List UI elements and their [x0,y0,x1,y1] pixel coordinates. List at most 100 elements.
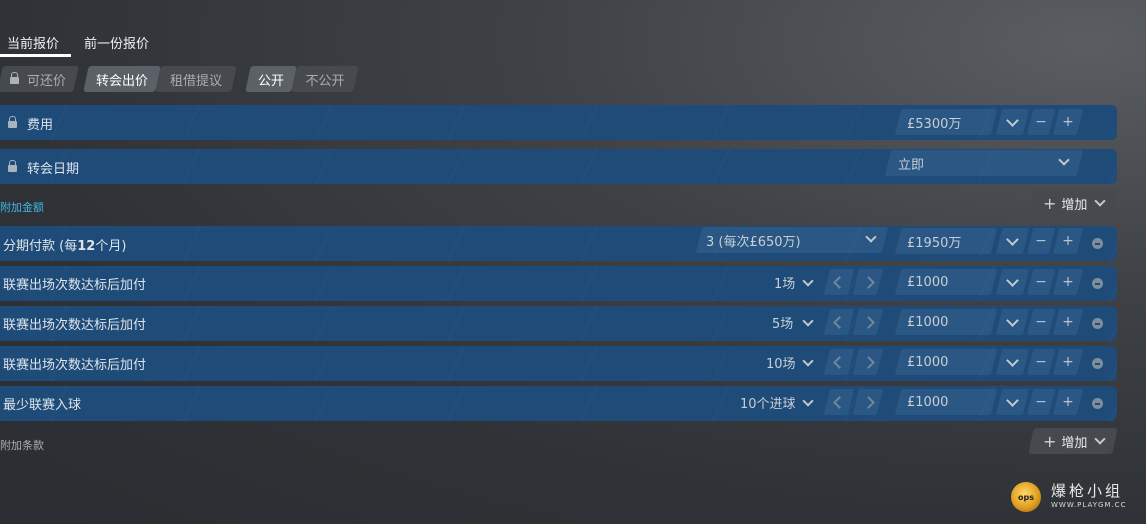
chevron-right-icon [861,395,875,409]
bonus-amount-value: £1000 [907,274,949,290]
installments-decrease-button[interactable]: − [1030,228,1052,254]
bonus-decrease-button[interactable]: − [1030,309,1052,335]
bonus-dropdown-button[interactable] [999,309,1026,335]
bonus-count-value[interactable]: 5场 [772,313,793,332]
installments-amount-value: £1950万 [907,235,962,251]
offer-type-transfer[interactable]: 转会出价 [86,66,158,92]
watermark-logo: ops [1011,482,1041,512]
minus-icon: − [1035,274,1047,290]
plus-icon: + [1062,394,1074,410]
add-ons-add-button[interactable]: + 增加 [1031,190,1115,216]
chevron-down-icon[interactable] [802,275,814,287]
remove-icon[interactable] [1092,318,1103,329]
active-tab-indicator [0,54,71,57]
bonus-prev-button[interactable] [827,309,851,335]
installments-plan-value: 3 (每次£650万) [706,234,801,250]
tab-current-offer[interactable]: 当前报价 [7,33,59,52]
bonus-label: 联赛出场次数达标后加付 [3,358,147,373]
plus-icon: + [1062,354,1074,370]
add-ons-add-label: 增加 [1061,197,1088,213]
remove-icon[interactable] [1092,358,1103,369]
minus-icon: − [1035,394,1047,410]
chevron-right-icon [861,355,875,369]
minus-icon: − [1035,354,1047,370]
remove-icon[interactable] [1092,398,1103,409]
bonus-next-button[interactable] [856,389,880,415]
installments-increase-button[interactable]: + [1056,228,1080,254]
lock-icon [8,160,17,172]
bonus-increase-button[interactable]: + [1056,309,1080,335]
bonus-increase-button[interactable]: + [1056,389,1080,415]
transfer-date-label: 转会日期 [27,162,80,177]
visibility-private-label: 不公开 [305,73,345,89]
bonus-dropdown-button[interactable] [999,269,1026,295]
minus-icon: − [1035,314,1047,330]
offer-type-loan[interactable]: 租借提议 [158,66,234,92]
chevron-left-icon [832,355,846,369]
chevron-down-icon[interactable] [802,355,814,367]
remove-icon[interactable] [1092,278,1103,289]
chevron-right-icon [861,315,875,329]
bonus-increase-button[interactable]: + [1056,349,1080,375]
transfer-date-select[interactable]: 立即 [888,150,1080,176]
tab-previous-offer[interactable]: 前一份报价 [84,33,149,52]
bonus-next-button[interactable] [856,269,880,295]
bonus-prev-button[interactable] [827,349,851,375]
negotiable-toggle[interactable]: 可还价 [0,66,76,92]
installments-dropdown-button[interactable] [999,228,1026,254]
bonus-label: 联赛出场次数达标后加付 [3,278,147,293]
fee-input[interactable]: £5300万 [898,109,994,135]
bonus-prev-button[interactable] [827,269,851,295]
chevron-right-icon [861,275,875,289]
lock-icon [8,116,17,128]
chevron-down-icon[interactable] [802,315,814,327]
plus-icon: + [1062,274,1074,290]
bonus-label: 最少联赛入球 [3,398,82,413]
bonus-prev-button[interactable] [827,389,851,415]
fee-decrease-button[interactable]: − [1030,109,1052,135]
visibility-private[interactable]: 不公开 [294,66,356,92]
bonus-dropdown-button[interactable] [999,389,1026,415]
bonus-count-value[interactable]: 10个进球 [740,393,796,412]
installments-label: 分期付款 (每12个月) [3,239,127,254]
bonus-amount-input[interactable]: £1000 [898,269,994,295]
bonus-decrease-button[interactable]: − [1030,389,1052,415]
bonus-amount-input[interactable]: £1000 [898,389,994,415]
bonus-amount-value: £1000 [907,394,949,410]
chevron-down-icon [1006,232,1019,246]
bonus-increase-button[interactable]: + [1056,269,1080,295]
fee-label: 费用 [27,118,54,133]
bonus-amount-value: £1000 [907,354,949,370]
fee-value: £5300万 [907,116,962,132]
remove-icon[interactable] [1092,238,1103,249]
visibility-public-label: 公开 [257,73,284,89]
bonus-decrease-button[interactable]: − [1030,269,1052,295]
visibility-public[interactable]: 公开 [248,66,294,92]
fee-increase-button[interactable]: + [1056,109,1080,135]
installments-plan-select[interactable]: 3 (每次£650万) [699,227,885,253]
plus-icon: + [1062,114,1074,130]
plus-icon: + [1043,431,1057,451]
fee-row: 费用 £5300万 − + [0,105,1117,140]
chevron-down-icon [1006,393,1019,407]
bonus-decrease-button[interactable]: − [1030,349,1052,375]
bonus-next-button[interactable] [856,349,880,375]
bonus-row: 联赛出场次数达标后加付 5场 £1000 − + [0,306,1117,341]
clauses-add-button[interactable]: + 增加 [1031,428,1115,454]
bonus-dropdown-button[interactable] [999,349,1026,375]
chevron-down-icon [1058,154,1070,166]
bonus-label: 联赛出场次数达标后加付 [3,318,147,333]
bonus-next-button[interactable] [856,309,880,335]
minus-icon: − [1035,114,1047,130]
bonus-count-value[interactable]: 10场 [766,353,796,372]
fee-dropdown-button[interactable] [999,109,1026,135]
installments-amount-input[interactable]: £1950万 [898,228,994,254]
watermark: ops 爆枪小组 WWW.PLAYGM.CC [1011,480,1136,514]
bonus-amount-input[interactable]: £1000 [898,309,994,335]
bonus-amount-input[interactable]: £1000 [898,349,994,375]
chevron-down-icon [1006,273,1019,287]
chevron-down-icon[interactable] [802,395,814,407]
chevron-left-icon [832,395,846,409]
bonus-count-value[interactable]: 1场 [774,273,795,292]
watermark-url: WWW.PLAYGM.CC [1051,501,1127,509]
